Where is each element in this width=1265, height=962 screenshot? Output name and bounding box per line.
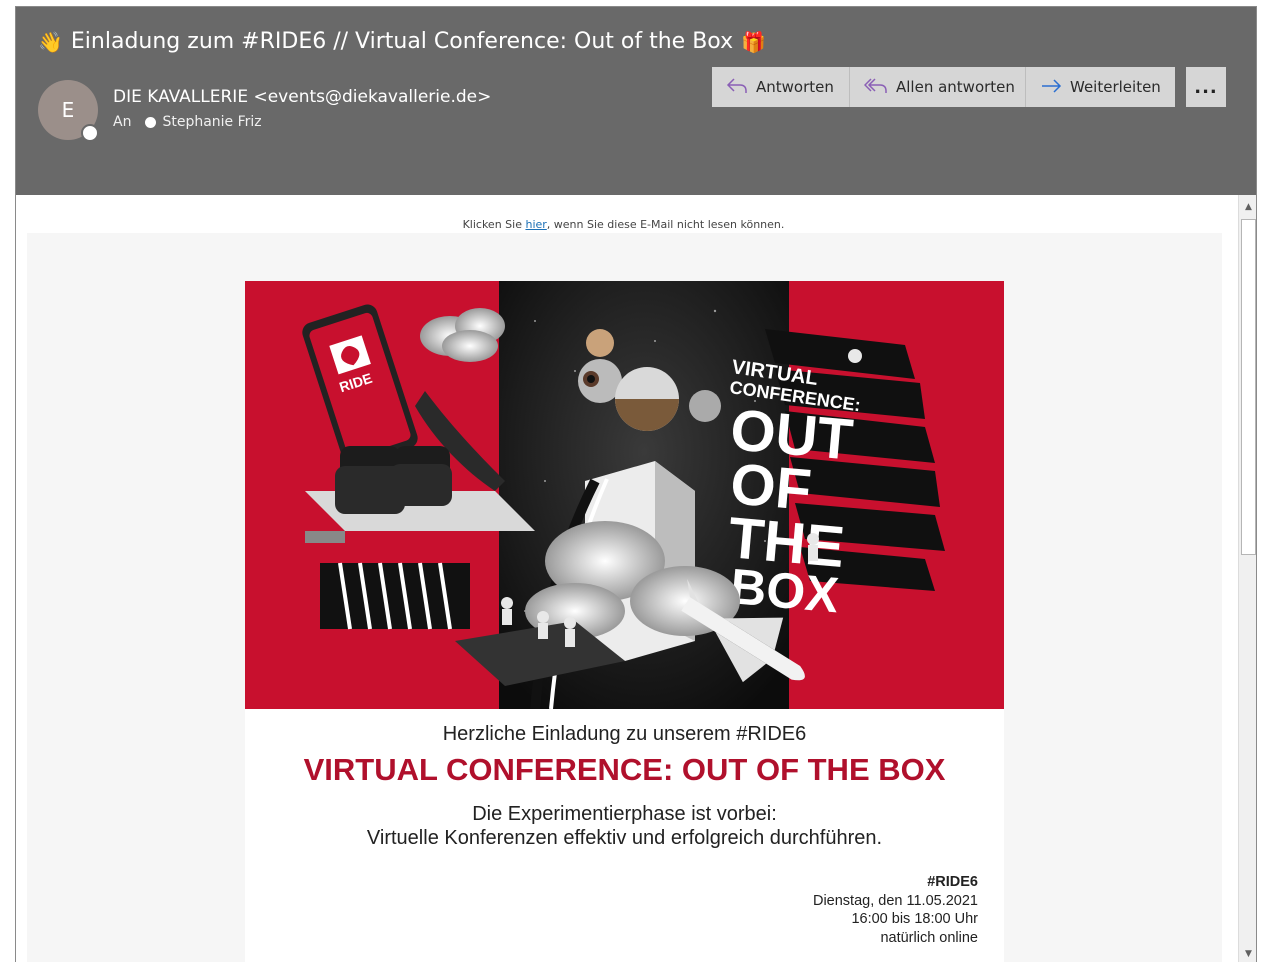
- event-details: #RIDE6 Dienstag, den 11.05.2021 16:00 bi…: [813, 873, 978, 947]
- scroll-up-arrow-icon[interactable]: ▲: [1239, 197, 1256, 216]
- scroll-down-arrow-icon[interactable]: ▼: [1239, 944, 1256, 962]
- message-subject: 👋 Einladung zum #RIDE6 // Virtual Confer…: [38, 29, 766, 54]
- to-label: An: [113, 114, 132, 130]
- presence-status-icon: [81, 124, 99, 142]
- forward-label: Weiterleiten: [1070, 78, 1161, 96]
- recipient-name[interactable]: Stephanie Friz: [162, 114, 261, 130]
- subject-text: Einladung zum #RIDE6 // Virtual Conferen…: [70, 29, 734, 54]
- more-actions-button[interactable]: ...: [1186, 67, 1226, 107]
- subheadline-line-1: Die Experimentierphase ist vorbei:: [472, 803, 777, 825]
- banner-image[interactable]: VIRTUAL CONFERENCE: OUT OF THE BOX RIDE: [245, 281, 1004, 709]
- subheadline-line-2: Virtuelle Konferenzen effektiv und erfol…: [366, 827, 883, 849]
- scrollbar-thumb[interactable]: [1241, 219, 1256, 555]
- view-in-browser-link[interactable]: hier: [525, 218, 546, 231]
- message-header: 👋 Einladung zum #RIDE6 // Virtual Confer…: [16, 7, 1256, 195]
- more-icon: ...: [1194, 76, 1218, 98]
- sender-name[interactable]: DIE KAVALLERIE <events@diekavallerie.de>: [113, 87, 491, 107]
- intro-text: Herzliche Einladung zu unserem #RIDE6: [442, 723, 807, 745]
- forward-button[interactable]: Weiterleiten: [1026, 67, 1175, 107]
- avatar-initial: E: [61, 98, 75, 122]
- reply-icon: [726, 77, 748, 98]
- reply-all-icon: [863, 77, 888, 98]
- reply-all-button[interactable]: Allen antworten: [850, 67, 1026, 107]
- message-actions: Antworten Allen antworten Weiterleiten: [712, 67, 1175, 107]
- view-in-browser-notice: Klicken Sie hier, wenn Sie diese E-Mail …: [16, 218, 1231, 231]
- recipients-line: An Stephanie Friz: [113, 114, 262, 130]
- email-content-card: VIRTUAL CONFERENCE: OUT OF THE BOX RIDE: [245, 281, 1004, 962]
- event-tag: #RIDE6: [927, 874, 978, 890]
- vertical-scrollbar[interactable]: ▲ ▼: [1238, 195, 1256, 962]
- event-headline: VIRTUAL CONFERENCE: OUT OF THE BOX: [303, 752, 946, 787]
- event-date: Dienstag, den 11.05.2021: [812, 892, 978, 909]
- notice-prefix: Klicken Sie: [462, 218, 526, 231]
- message-body: Klicken Sie hier, wenn Sie diese E-Mail …: [16, 195, 1238, 962]
- reply-button[interactable]: Antworten: [712, 67, 850, 107]
- gift-icon: 🎁: [741, 29, 767, 54]
- notice-suffix: , wenn Sie diese E-Mail nicht lesen könn…: [546, 218, 785, 231]
- waving-hand-icon: 👋: [38, 29, 63, 54]
- forward-icon: [1040, 77, 1062, 98]
- recipient-presence-icon: [145, 116, 157, 128]
- reading-pane: 👋 Einladung zum #RIDE6 // Virtual Confer…: [15, 6, 1257, 962]
- reply-all-label: Allen antworten: [896, 78, 1015, 96]
- banner-title-line-6: BOX: [728, 558, 841, 623]
- reply-label: Antworten: [756, 78, 834, 96]
- event-location: natürlich online: [880, 929, 978, 946]
- event-time: 16:00 bis 18:00 Uhr: [851, 911, 978, 927]
